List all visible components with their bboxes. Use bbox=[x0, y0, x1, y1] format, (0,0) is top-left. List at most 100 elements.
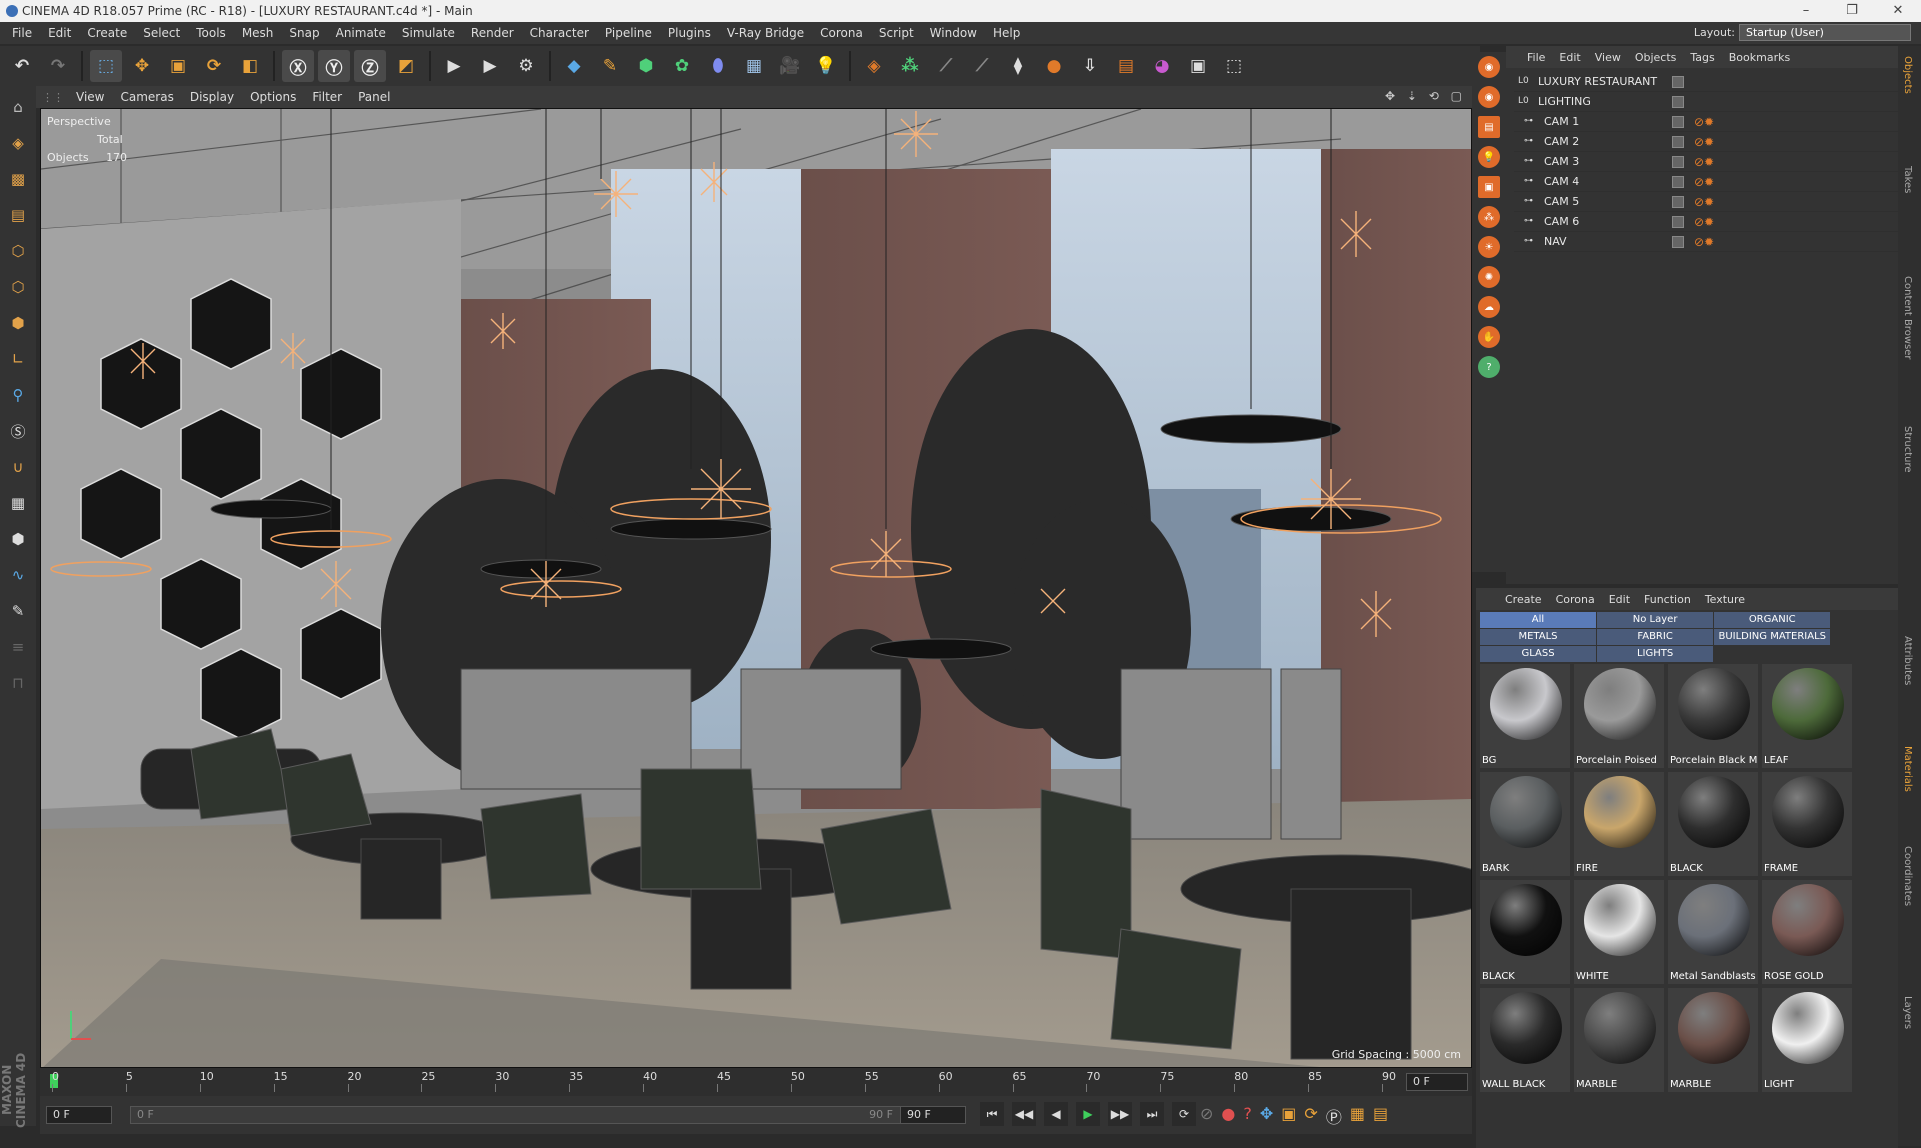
lock-icon[interactable]: ⊓ bbox=[3, 668, 33, 698]
object-menu-edit[interactable]: Edit bbox=[1552, 51, 1587, 64]
material-swatch[interactable]: BLACK bbox=[1668, 772, 1758, 876]
viewport-menu-view[interactable]: View bbox=[68, 90, 112, 104]
material-swatch[interactable]: BARK bbox=[1480, 772, 1570, 876]
object-menu-objects[interactable]: Objects bbox=[1628, 51, 1684, 64]
menu-render[interactable]: Render bbox=[463, 26, 522, 40]
redo-icon[interactable]: ↷ bbox=[42, 50, 74, 82]
points-mode-icon[interactable]: ⬡ bbox=[3, 236, 33, 266]
material-swatch[interactable]: WALL BLACK bbox=[1480, 988, 1570, 1092]
scatter-icon[interactable]: ⁂ bbox=[894, 50, 926, 82]
make-editable-icon[interactable]: ⌂ bbox=[3, 92, 33, 122]
camera-tag-icon[interactable]: ⊘✹ bbox=[1694, 155, 1714, 169]
viewport-menu-filter[interactable]: Filter bbox=[304, 90, 350, 104]
cube-icon[interactable]: ◆ bbox=[558, 50, 590, 82]
current-frame-field[interactable]: 0 F bbox=[1406, 1073, 1468, 1091]
z-axis-icon[interactable]: Ⓩ bbox=[354, 50, 386, 82]
menu-tools[interactable]: Tools bbox=[188, 26, 234, 40]
menu-help[interactable]: Help bbox=[985, 26, 1028, 40]
corona-hand-icon[interactable]: ✋ bbox=[1478, 326, 1500, 348]
start-frame-field[interactable]: 0 F bbox=[46, 1106, 112, 1124]
layout-selector[interactable]: Layout: Startup (User) bbox=[1694, 24, 1911, 41]
end-frame-field[interactable]: 90 F bbox=[900, 1106, 966, 1124]
last-tool-icon[interactable]: ◧ bbox=[234, 50, 266, 82]
menu-plugins[interactable]: Plugins bbox=[660, 26, 719, 40]
material-swatch[interactable]: BG bbox=[1480, 664, 1570, 768]
material-swatch[interactable]: LIGHT bbox=[1762, 988, 1852, 1092]
material-menu-function[interactable]: Function bbox=[1637, 593, 1698, 606]
material-swatch[interactable]: FIRE bbox=[1574, 772, 1664, 876]
visibility-checkbox[interactable] bbox=[1672, 235, 1684, 248]
viewport-3d[interactable]: Perspective Total Objects 170 Grid Spaci… bbox=[40, 108, 1472, 1068]
object-menu-view[interactable]: View bbox=[1588, 51, 1628, 64]
material-menu-create[interactable]: Create bbox=[1498, 593, 1549, 606]
object-menu-file[interactable]: File bbox=[1520, 51, 1552, 64]
menu-script[interactable]: Script bbox=[871, 26, 922, 40]
material-swatch[interactable]: BLACK bbox=[1480, 880, 1570, 984]
material-library-icon[interactable]: ▤ bbox=[1110, 50, 1142, 82]
camera-tag-icon[interactable]: ⊘✹ bbox=[1694, 115, 1714, 129]
proxy-icon[interactable]: ⧫ bbox=[1002, 50, 1034, 82]
viewport-menu-display[interactable]: Display bbox=[182, 90, 242, 104]
object-row[interactable]: L0 LUXURY RESTAURANT bbox=[1514, 72, 1898, 92]
stairs-icon[interactable]: ≡ bbox=[3, 632, 33, 662]
x-axis-icon[interactable]: Ⓧ bbox=[282, 50, 314, 82]
object-row[interactable]: ⊶ CAM 4 ⊘✹ bbox=[1514, 172, 1898, 192]
visibility-checkbox[interactable] bbox=[1672, 195, 1684, 208]
menu-v-ray-bridge[interactable]: V-Ray Bridge bbox=[719, 26, 812, 40]
object-row[interactable]: ⊶ CAM 1 ⊘✹ bbox=[1514, 112, 1898, 132]
corona-material-icon[interactable]: ▤ bbox=[1478, 116, 1500, 138]
side-tab-attributes[interactable]: Attributes bbox=[1902, 636, 1913, 685]
viewport-menu-options[interactable]: Options bbox=[242, 90, 304, 104]
corona-cloud-icon[interactable]: ☁ bbox=[1478, 296, 1500, 318]
motion-record-icon[interactable]: ⊘ bbox=[1200, 1104, 1213, 1128]
material-swatch[interactable]: MARBLE bbox=[1574, 988, 1664, 1092]
material-swatch[interactable]: MARBLE bbox=[1668, 988, 1758, 1092]
visibility-checkbox[interactable] bbox=[1672, 155, 1684, 168]
timeline-window-icon[interactable]: ▤ bbox=[1373, 1104, 1388, 1128]
material-swatch[interactable]: Porcelain Poised bbox=[1574, 664, 1664, 768]
menu-character[interactable]: Character bbox=[522, 26, 597, 40]
spline-icon[interactable]: ∿ bbox=[3, 560, 33, 590]
scale-tool-icon[interactable]: ▣ bbox=[162, 50, 194, 82]
side-tab-objects[interactable]: Objects bbox=[1902, 56, 1913, 94]
vfb-icon[interactable]: ▣ bbox=[1182, 50, 1214, 82]
axis-mode-icon[interactable]: ∟ bbox=[3, 344, 33, 374]
corona-light-icon[interactable]: 💡 bbox=[1478, 146, 1500, 168]
material-swatch[interactable]: LEAF bbox=[1762, 664, 1852, 768]
layer-lights[interactable]: LIGHTS bbox=[1597, 646, 1714, 663]
coordinate-system-icon[interactable]: ◩ bbox=[390, 50, 422, 82]
menu-snap[interactable]: Snap bbox=[281, 26, 327, 40]
visibility-checkbox[interactable] bbox=[1672, 135, 1684, 148]
material-menu-texture[interactable]: Texture bbox=[1698, 593, 1752, 606]
key-scale-icon[interactable]: ▣ bbox=[1281, 1104, 1296, 1128]
key-rotation-icon[interactable]: ⟳ bbox=[1304, 1104, 1317, 1128]
menu-window[interactable]: Window bbox=[922, 26, 985, 40]
workplane-mode-icon[interactable]: ▤ bbox=[3, 200, 33, 230]
edges-mode-icon[interactable]: ⬡ bbox=[3, 272, 33, 302]
layer-organic[interactable]: ORGANIC bbox=[1714, 612, 1831, 628]
interactive-icon[interactable]: ⬚ bbox=[1218, 50, 1250, 82]
side-tab-materials[interactable]: Materials bbox=[1902, 746, 1913, 792]
layout-dropdown[interactable]: Startup (User) bbox=[1739, 24, 1911, 41]
floor-icon[interactable]: ▦ bbox=[738, 50, 770, 82]
pen-spline-icon[interactable]: ✎ bbox=[594, 50, 626, 82]
close-button[interactable]: ✕ bbox=[1875, 0, 1921, 22]
solo-icon[interactable]: ⬢ bbox=[3, 524, 33, 554]
menu-pipeline[interactable]: Pipeline bbox=[597, 26, 660, 40]
material-swatch[interactable]: Metal Sandblasts bbox=[1668, 880, 1758, 984]
record-keys-icon[interactable]: ● bbox=[1221, 1104, 1235, 1128]
menu-corona[interactable]: Corona bbox=[812, 26, 871, 40]
corona-sun-icon[interactable]: ☀ bbox=[1478, 236, 1500, 258]
corona-tag-icon[interactable]: ⁂ bbox=[1478, 206, 1500, 228]
subdivision-icon[interactable]: ⬢ bbox=[630, 50, 662, 82]
side-tab-coordinates[interactable]: Coordinates bbox=[1902, 846, 1913, 906]
menu-file[interactable]: File bbox=[4, 26, 40, 40]
object-row[interactable]: L0 LIGHTING bbox=[1514, 92, 1898, 112]
export-icon[interactable]: ⇩ bbox=[1074, 50, 1106, 82]
side-tab-structure[interactable]: Structure bbox=[1902, 426, 1913, 473]
object-row[interactable]: ⊶ CAM 2 ⊘✹ bbox=[1514, 132, 1898, 152]
camera-tag-icon[interactable]: ⊘✹ bbox=[1694, 135, 1714, 149]
visibility-checkbox[interactable] bbox=[1672, 215, 1684, 228]
array-icon[interactable]: ✿ bbox=[666, 50, 698, 82]
camera-tag-icon[interactable]: ⊘✹ bbox=[1694, 235, 1714, 249]
